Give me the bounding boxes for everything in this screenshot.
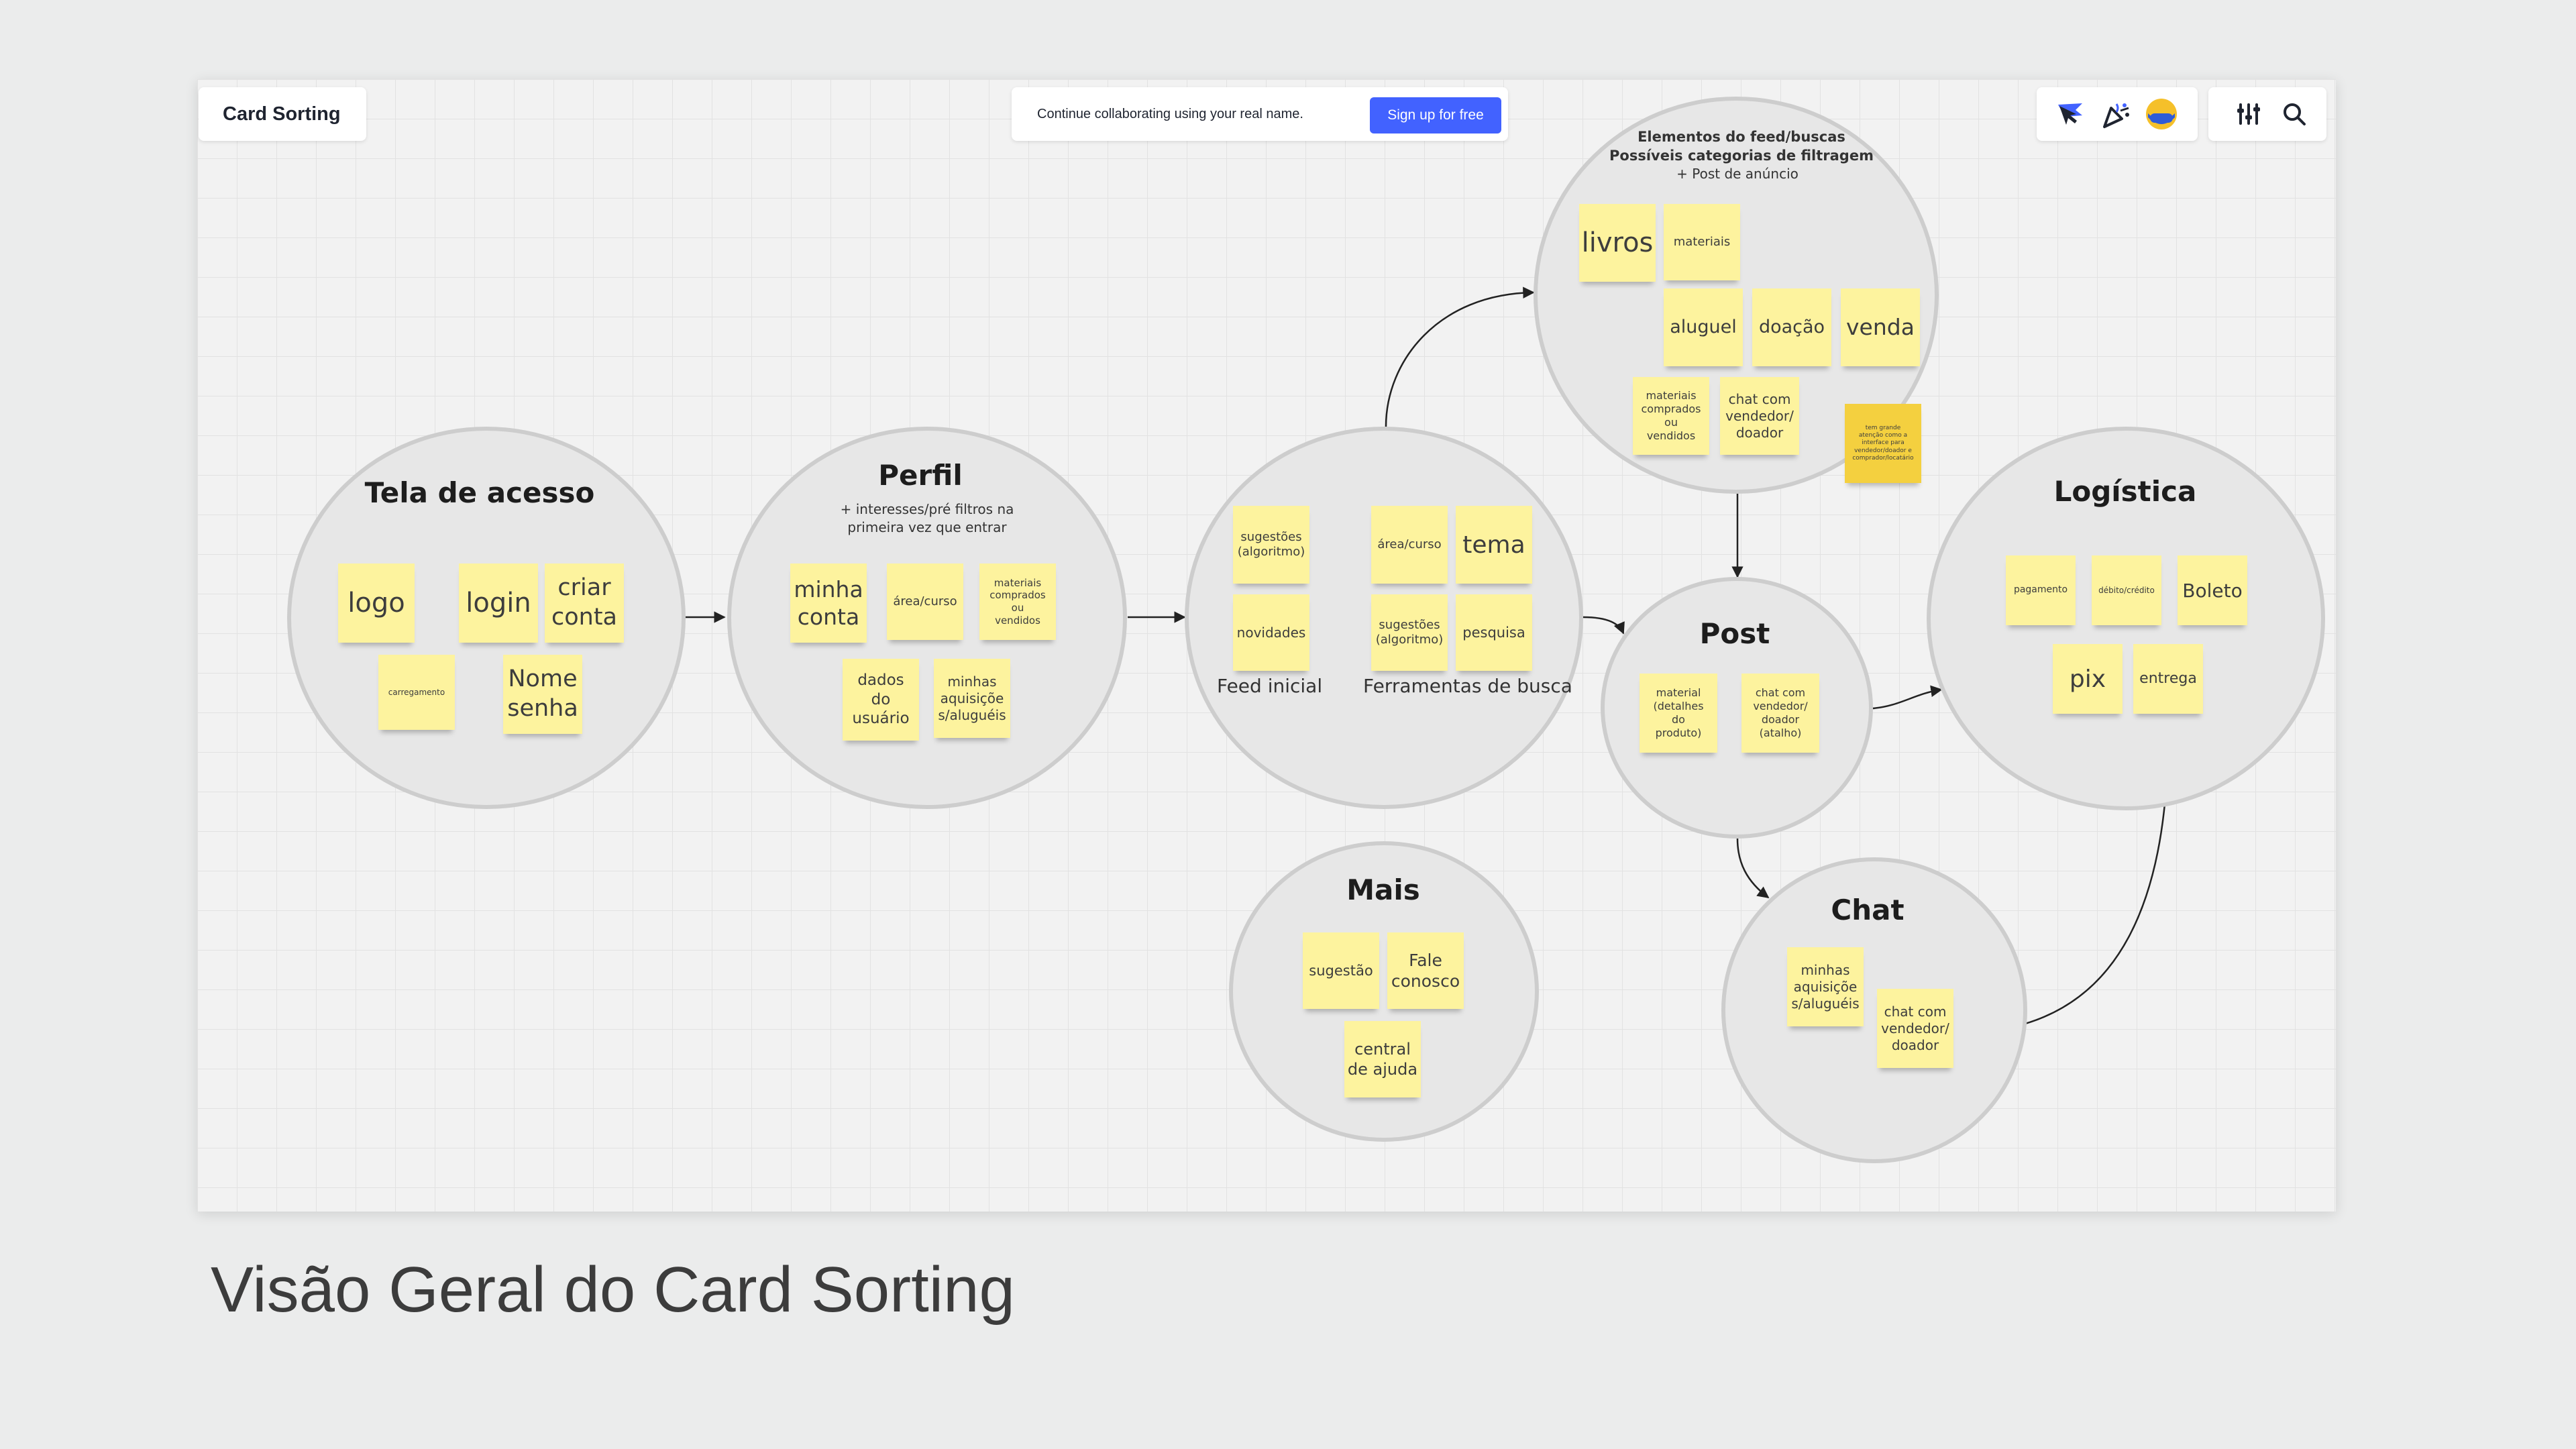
sticky-note[interactable]: pix	[2053, 644, 2123, 714]
sticky-note[interactable]: carregamento	[378, 655, 455, 730]
sticky-note[interactable]: pesquisa	[1456, 594, 1532, 671]
sticky-note[interactable]: chat com vendedor/ doador	[1877, 989, 1953, 1068]
group-title-mais: Mais	[1346, 873, 1420, 906]
group-title-logistica: Logística	[2053, 475, 2197, 508]
sticky-note[interactable]: sugestão	[1303, 932, 1379, 1009]
label-feed-inicial[interactable]: Feed inicial	[1217, 675, 1322, 697]
sticky-note[interactable]: área/curso	[887, 564, 963, 640]
group-title-perfil: Perfil	[878, 459, 963, 492]
slide-caption: Visão Geral do Card Sorting	[211, 1254, 1015, 1326]
sticky-note[interactable]: sugestões (algoritmo)	[1233, 506, 1309, 584]
sticky-note[interactable]: pagamento	[2006, 555, 2076, 625]
sticky-note[interactable]: central de ajuda	[1344, 1021, 1421, 1097]
sticky-note[interactable]: dados do usuário	[843, 659, 919, 741]
arrow-feed-to-post	[1582, 616, 1625, 635]
arrow-post-to-logistica	[1872, 685, 1943, 710]
sticky-note[interactable]: entrega	[2133, 644, 2203, 714]
sticky-note[interactable]: logo	[338, 564, 415, 643]
sticky-note[interactable]: Nome senha	[503, 655, 582, 734]
sticky-note[interactable]: chat com vendedor/ doador (atalho)	[1741, 674, 1819, 753]
sticky-note[interactable]: tema	[1456, 506, 1532, 584]
group-title-chat: Chat	[1831, 894, 1904, 926]
label-ferramentas-de-busca[interactable]: Ferramentas de busca	[1363, 675, 1572, 697]
sticky-note[interactable]: aluguel	[1664, 288, 1743, 366]
sticky-note[interactable]: minhas aquisiçõe s/aluguéis	[1787, 947, 1864, 1026]
sticky-note[interactable]: débito/crédito	[2092, 555, 2161, 625]
sticky-note[interactable]: venda	[1841, 288, 1920, 366]
sticky-note[interactable]: chat com vendedor/ doador	[1720, 377, 1799, 455]
sticky-note[interactable]: doação	[1752, 288, 1831, 366]
group-subtitle-perfil: + interesses/pré filtros na primeira vez…	[840, 501, 1014, 535]
sticky-note[interactable]: materiais comprados ou vendidos	[979, 564, 1056, 640]
sticky-note[interactable]: minha conta	[790, 564, 867, 643]
group-subtitle-elementos-do-feed: + Post de anúncio	[1676, 166, 1799, 182]
sticky-note[interactable]: novidades	[1233, 594, 1309, 671]
sticky-note[interactable]: livros	[1579, 204, 1656, 282]
sticky-note[interactable]: Fale conosco	[1387, 932, 1464, 1009]
arrow-post-to-chat	[1736, 838, 1770, 899]
arrow-feed-to-elementos	[1385, 286, 1535, 427]
group-title-tela-de-acesso: Tela de acesso	[364, 476, 595, 509]
sticky-note-highlight[interactable]: tem grande atenção como a interface para…	[1845, 404, 1921, 483]
sticky-note[interactable]: criar conta	[545, 564, 624, 643]
sticky-note[interactable]: material (detalhes do produto)	[1640, 674, 1717, 753]
sticky-note[interactable]: Boleto	[2178, 555, 2247, 625]
sticky-note[interactable]: materiais	[1664, 204, 1740, 280]
sticky-note[interactable]: área/curso	[1371, 506, 1448, 584]
sticky-note[interactable]: minhas aquisiçõe s/aluguéis	[934, 659, 1010, 738]
sticky-note[interactable]: sugestões (algoritmo)	[1371, 594, 1448, 671]
group-title-elementos-do-feed: Elementos do feed/buscas Possíveis categ…	[1609, 129, 1874, 164]
sticky-note[interactable]: materiais comprados ou vendidos	[1633, 377, 1709, 455]
group-title-post: Post	[1699, 617, 1770, 650]
sticky-note[interactable]: login	[459, 564, 538, 643]
whiteboard-canvas[interactable]: Card Sorting Continue collaborating usin…	[197, 79, 2336, 1212]
